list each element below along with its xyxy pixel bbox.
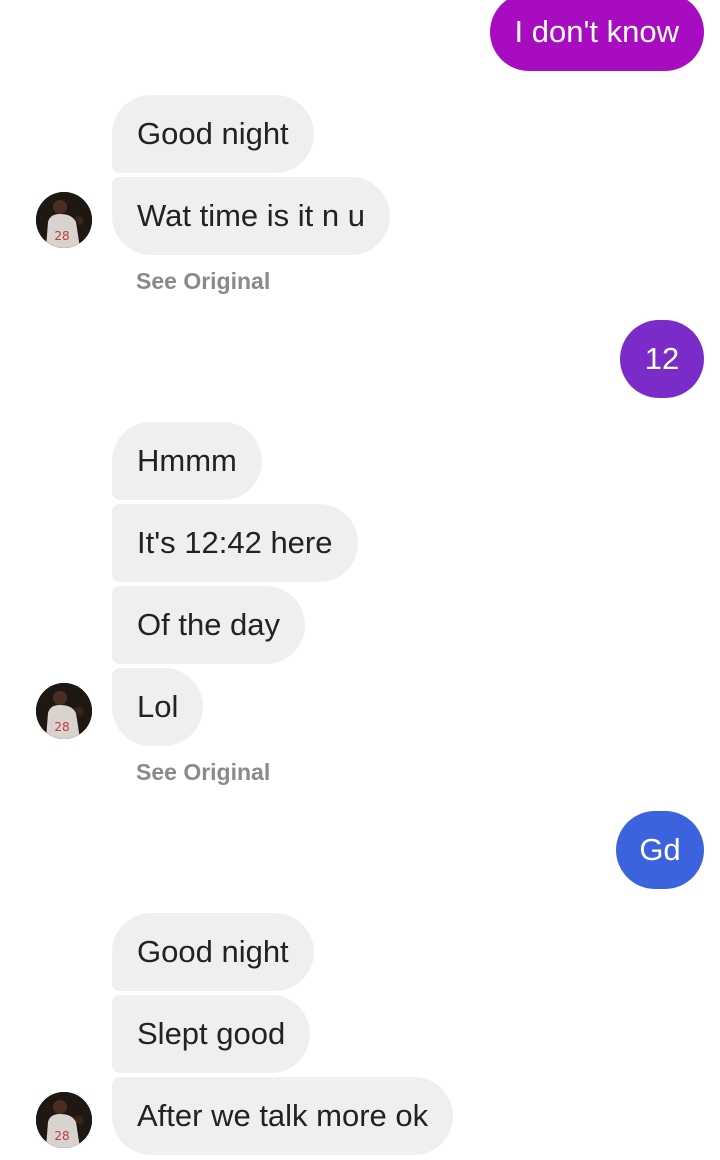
jersey-28-icon: 28 [36,1092,92,1148]
svg-text:28: 28 [54,1129,69,1143]
svg-text:28: 28 [54,720,69,734]
jersey-28-icon: 28 [36,192,92,248]
received-message-bubble[interactable]: Good night [112,913,314,991]
received-message-bubble[interactable]: It's 12:42 here [112,504,358,582]
contact-avatar[interactable]: 28 [36,683,92,739]
received-message-bubble[interactable]: Lol [112,668,204,746]
sent-message-bubble[interactable]: Gd [616,811,704,889]
jersey-28-icon: 28 [36,683,92,739]
see-original-link[interactable]: See Original [136,757,270,787]
received-message-bubble[interactable]: Slept good [112,995,311,1073]
received-message-bubble[interactable]: Good night [112,95,314,173]
contact-avatar[interactable]: 28 [36,1092,92,1148]
svg-text:28: 28 [54,229,69,243]
sent-message-bubble[interactable]: 12 [620,320,704,398]
contact-avatar[interactable]: 28 [36,192,92,248]
sent-message-bubble[interactable]: I don't know [489,0,704,71]
received-message-bubble[interactable]: After we talk more ok [112,1077,454,1155]
received-message-bubble[interactable]: Wat time is it n u [112,177,390,255]
received-message-bubble[interactable]: Of the day [112,586,306,664]
received-message-bubble[interactable]: Hmmm [112,422,262,500]
see-original-link[interactable]: See Original [136,266,270,296]
